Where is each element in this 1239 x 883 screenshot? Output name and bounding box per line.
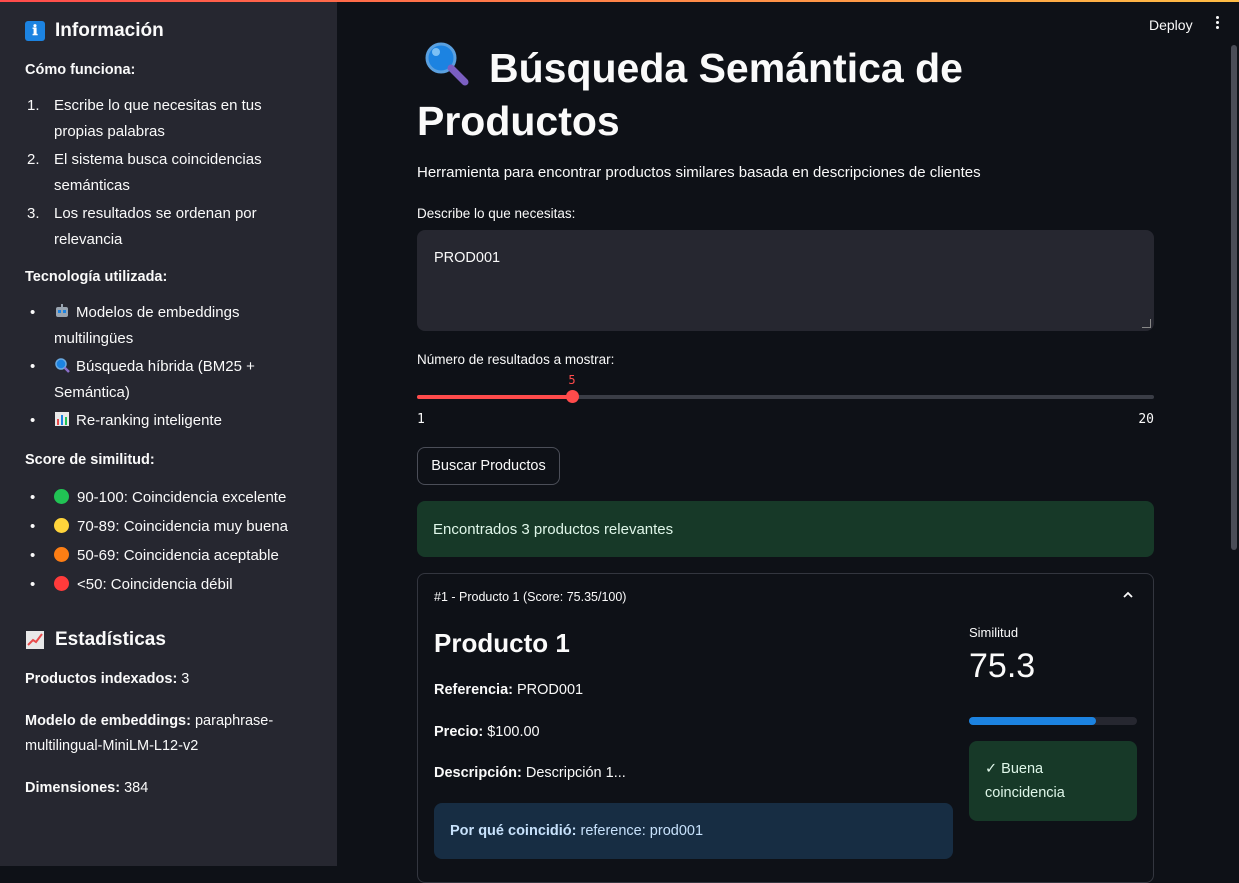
- green-circle-icon: [54, 489, 69, 504]
- list-item-text: Re-ranking inteligente: [76, 412, 222, 429]
- list-number: 2.: [27, 151, 40, 168]
- how-it-works-label: Cómo funciona:: [25, 62, 136, 78]
- stats-heading-label: Estadísticas: [55, 629, 166, 650]
- list-item: 1. Escribe lo que necesitas en tus propia…: [25, 93, 311, 145]
- list-item-text: El sistema busca coincidencias semántica…: [54, 151, 262, 194]
- price-label: Precio:: [434, 724, 484, 740]
- slider-min-label: 1: [417, 412, 425, 427]
- list-number: 3.: [27, 205, 40, 222]
- slider-value: 5: [568, 373, 576, 387]
- product-reference: Referencia: PROD001: [434, 682, 583, 698]
- chevron-up-icon[interactable]: [1121, 588, 1135, 602]
- list-item-text: 90-100: Coincidencia excelente: [77, 489, 287, 506]
- slider-fill: [417, 395, 572, 399]
- list-item-text: 50-69: Coincidencia aceptable: [77, 547, 279, 564]
- list-item: • 90-100: Coincidencia excelente: [30, 489, 287, 506]
- slider-thumb[interactable]: [566, 390, 579, 403]
- red-circle-icon: [54, 576, 69, 591]
- list-item: 3. Los resultados se ordenan por relevanc…: [25, 201, 311, 253]
- info-heading-label: Información: [55, 20, 164, 41]
- list-item: • Modelos de embeddings multilingües: [30, 304, 240, 347]
- technology-list: • Modelos de embeddings multilingües • B…: [25, 300, 311, 434]
- query-label: Describe lo que necesitas:: [417, 206, 576, 221]
- magnifier-icon: [55, 358, 70, 373]
- chart-increasing-icon: [26, 631, 44, 649]
- score-label: Score de similitud:: [25, 452, 155, 468]
- reference-value: PROD001: [512, 682, 584, 698]
- technology-label: Tecnología utilizada:: [25, 269, 168, 285]
- page-title-text: Búsqueda Semántica de Productos: [417, 45, 963, 144]
- stat-indexed-value: 3: [177, 671, 190, 687]
- success-alert: Encontrados 3 productos relevantes: [417, 501, 1154, 557]
- results-count-slider[interactable]: 5: [417, 373, 1154, 403]
- info-heading: ℹ Información: [25, 20, 311, 42]
- score-legend-list: • 90-100: Coincidencia excelente • 70-89: …: [25, 485, 311, 597]
- similarity-label: Similitud: [969, 625, 1019, 640]
- bar-chart-icon: [55, 412, 69, 426]
- result-expander-header[interactable]: #1 - Producto 1 (Score: 75.35/100): [434, 590, 626, 604]
- list-item-text: <50: Coincidencia débil: [77, 576, 233, 593]
- stat-dimensions: Dimensiones: 384: [25, 776, 311, 801]
- description-label: Descripción:: [434, 765, 522, 781]
- query-textarea[interactable]: PROD001: [417, 230, 1154, 331]
- similarity-progress-fill: [969, 717, 1096, 725]
- sidebar: ℹ Información Cómo funciona: 1. Escribe l…: [0, 2, 337, 866]
- reference-label: Referencia:: [434, 682, 513, 698]
- list-item: • <50: Coincidencia débil: [30, 576, 233, 593]
- success-message: Encontrados 3 productos relevantes: [433, 520, 674, 538]
- page-subtitle: Herramienta para encontrar productos sim…: [417, 164, 981, 181]
- list-item-text: 70-89: Coincidencia muy buena: [77, 518, 288, 535]
- list-item: • 50-69: Coincidencia aceptable: [30, 547, 279, 564]
- slider-max-label: 20: [1138, 412, 1154, 427]
- orange-circle-icon: [54, 547, 69, 562]
- list-item: • Búsqueda híbrida (BM25 + Semántica): [30, 358, 255, 401]
- stats-heading: Estadísticas: [25, 629, 311, 651]
- stat-dimensions-label: Dimensiones:: [25, 780, 121, 796]
- stat-indexed: Productos indexados: 3: [25, 667, 311, 692]
- robot-icon: [56, 304, 68, 317]
- product-price: Precio: $100.00: [434, 724, 540, 740]
- resize-handle-icon[interactable]: [1142, 319, 1151, 328]
- query-value: PROD001: [434, 250, 501, 266]
- list-item: • 70-89: Coincidencia muy buena: [30, 518, 288, 535]
- match-quality-badge: ✓ Buena coincidencia: [969, 741, 1137, 821]
- product-description: Descripción: Descripción 1...: [434, 765, 626, 781]
- stat-dimensions-value: 384: [120, 780, 149, 796]
- list-item: 2. El sistema busca coincidencias semánti…: [25, 147, 311, 199]
- search-products-button[interactable]: Buscar Productos: [417, 447, 560, 485]
- magnifier-icon: [425, 42, 469, 86]
- stat-indexed-label: Productos indexados:: [25, 671, 178, 687]
- list-number: 1.: [27, 97, 40, 114]
- description-value: Descripción 1...: [521, 765, 626, 781]
- similarity-value: 75.3: [969, 647, 1036, 685]
- deploy-button[interactable]: Deploy: [1149, 17, 1193, 33]
- yellow-circle-icon: [54, 518, 69, 533]
- stat-model: Modelo de embeddings: paraphrase-multili…: [25, 709, 311, 759]
- page-title: Búsqueda Semántica de Productos: [417, 40, 1157, 148]
- results-count-label: Número de resultados a mostrar:: [417, 352, 615, 367]
- stat-model-label: Modelo de embeddings:: [25, 713, 191, 729]
- result-expander: #1 - Producto 1 (Score: 75.35/100) Produ…: [417, 573, 1154, 883]
- how-it-works-list: 1. Escribe lo que necesitas en tus propia…: [25, 93, 311, 253]
- match-reason-info: Por qué coincidió: reference: prod001: [434, 803, 953, 859]
- match-reason-value: reference: prod001: [580, 823, 704, 839]
- similarity-progress-bar: [969, 717, 1137, 725]
- list-item-text: Modelos de embeddings multilingües: [54, 304, 240, 347]
- main-menu-icon[interactable]: [1210, 14, 1224, 34]
- price-value: $100.00: [483, 724, 540, 740]
- scrollbar[interactable]: [1231, 45, 1237, 550]
- list-item: • Re-ranking inteligente: [30, 412, 222, 429]
- info-icon: ℹ: [25, 21, 45, 41]
- match-reason-label: Por qué coincidió:: [450, 823, 577, 839]
- list-item-text: Escribe lo que necesitas en tus propias …: [54, 97, 262, 140]
- list-item-text: Búsqueda híbrida (BM25 + Semántica): [54, 358, 255, 401]
- product-name: Producto 1: [434, 628, 570, 658]
- list-item-text: Los resultados se ordenan por relevancia: [54, 205, 257, 248]
